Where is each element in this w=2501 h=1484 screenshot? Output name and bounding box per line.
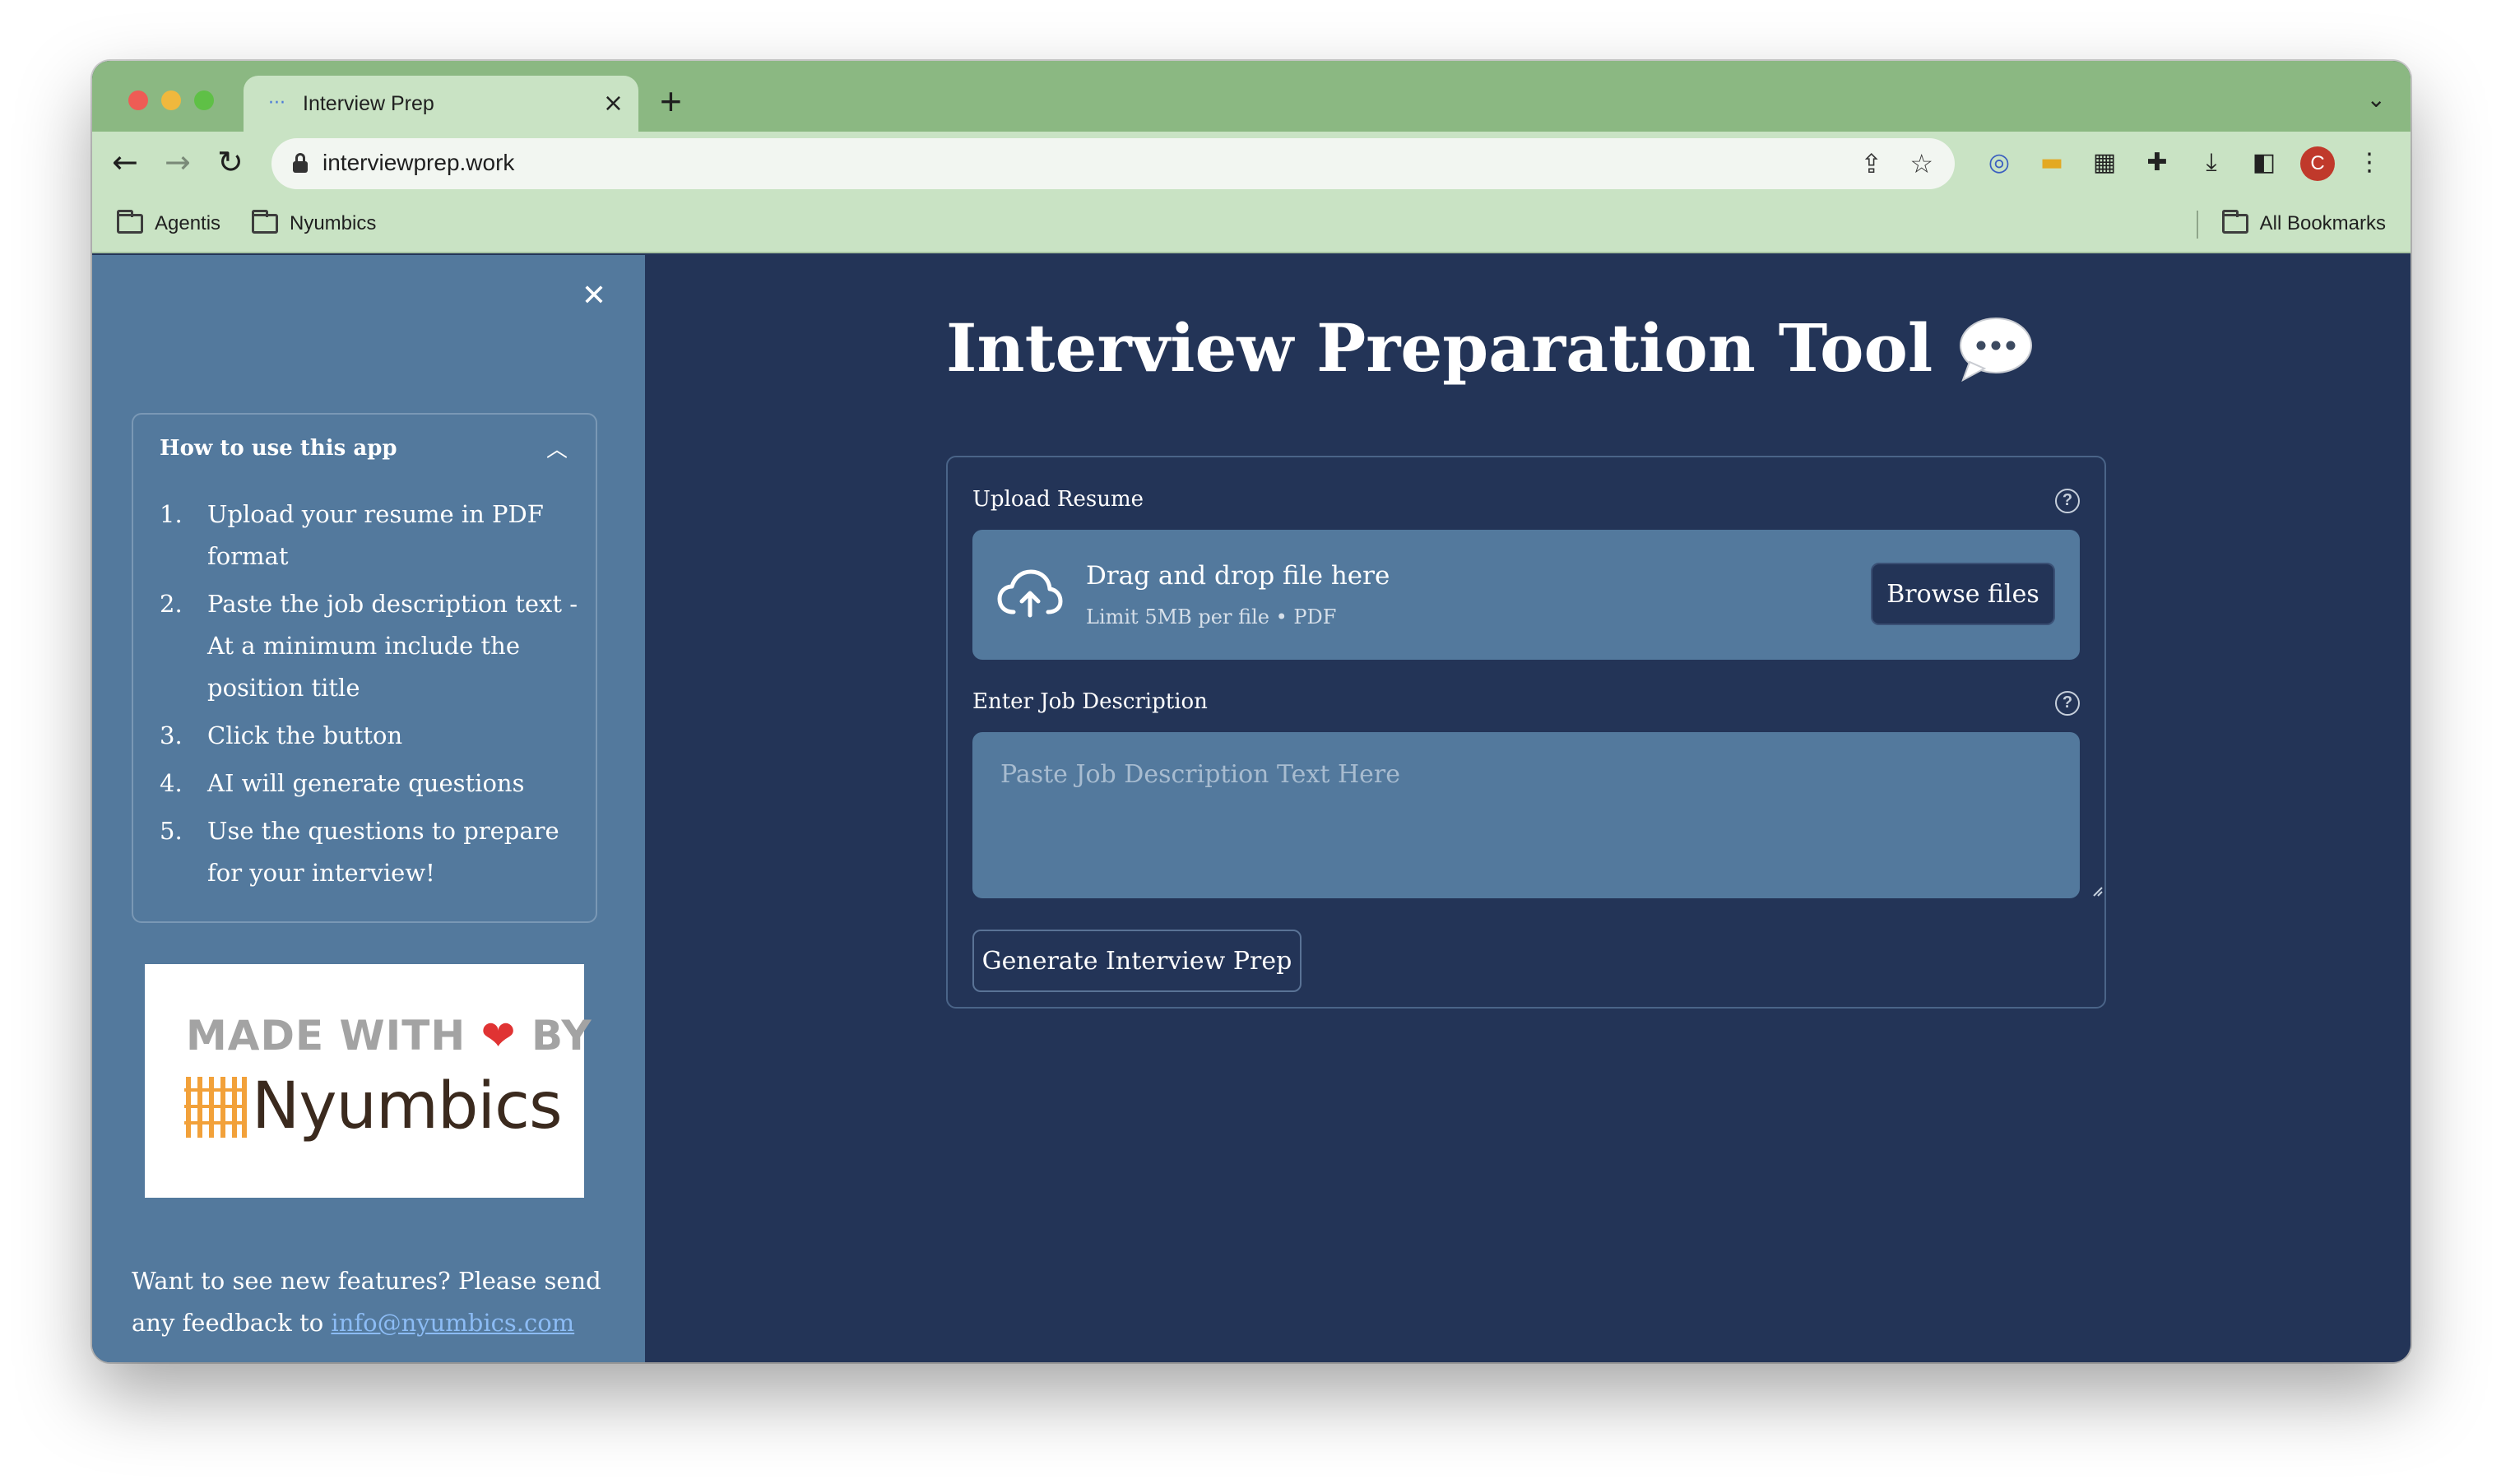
resize-handle-icon[interactable] (2091, 885, 2103, 897)
feedback-email-link[interactable]: info@nyumbics.com (331, 1309, 574, 1337)
list-item: 1. Upload your resume in PDF format (160, 500, 544, 570)
address-bar[interactable]: interviewprep.work ⇪ ☆ (271, 138, 1955, 189)
loading-dots-icon: ··· (268, 93, 285, 114)
generate-interview-prep-button[interactable]: Generate Interview Prep (972, 930, 1302, 992)
side-panel-icon[interactable]: ◧ (2248, 146, 2281, 179)
bookmarks-bar: Agentis Nyumbics All Bookmarks (92, 194, 2411, 253)
download-icon[interactable]: ⤓ (2195, 146, 2228, 179)
job-description-label: Enter Job Description (972, 689, 1208, 714)
browse-files-button[interactable]: Browse files (1871, 563, 2055, 625)
sidebar: ✕ How to use this app ︿ 1. Upload your re… (92, 255, 645, 1362)
browser-toolbar: ← → ↻ interviewprep.work ⇪ ☆ ◎ ▬ ▦ ✚ ⤓ ◧… (92, 132, 2411, 194)
feedback-text: Want to see new features? Please send an… (132, 1267, 601, 1337)
bookmark-nyumbics[interactable]: Nyumbics (252, 209, 376, 239)
bookmark-label: All Bookmarks (2259, 212, 2386, 234)
page-content: ✕ How to use this app ︿ 1. Upload your re… (92, 255, 2411, 1362)
tab-interview-prep[interactable]: ··· Interview Prep × (244, 76, 638, 133)
bookmark-label: Nyumbics (290, 212, 377, 234)
chevron-up-icon[interactable]: ︿ (546, 433, 568, 463)
job-description-input[interactable] (972, 732, 2080, 898)
url-text[interactable]: interviewprep.work (322, 150, 514, 176)
heart-icon: ❤ (480, 1012, 517, 1060)
back-arrow-icon[interactable]: ← (112, 143, 138, 181)
forward-arrow-icon[interactable]: → (165, 143, 191, 181)
all-bookmarks-button[interactable]: All Bookmarks (2221, 209, 2386, 239)
more-menu-icon[interactable]: ⋮ (2353, 146, 2386, 179)
browser-window: ··· Interview Prep × + ⌄ ← → ↻ interview… (92, 61, 2411, 1362)
maximize-window-button[interactable] (194, 90, 214, 110)
list-item: 5. Use the questions to prepare for your … (160, 817, 559, 887)
close-sidebar-icon[interactable]: ✕ (578, 280, 610, 313)
share-icon[interactable]: ⇪ (1860, 148, 1882, 179)
main-panel: Interview Preparation Tool Upload Resume… (645, 255, 2411, 1362)
extension-shield-icon[interactable]: ◎ (1983, 146, 2016, 179)
bookmark-star-icon[interactable]: ☆ (1909, 148, 1933, 179)
bookmarks-divider (2197, 211, 2198, 239)
dropzone-title: Drag and drop file here (1086, 561, 1390, 591)
dropzone-limit: Limit 5MB per file • PDF (1086, 605, 1337, 628)
page-title: Interview Preparation Tool (946, 309, 1933, 387)
speech-bubble-icon (1960, 318, 2032, 383)
list-item: 2. Paste the job description text - At a … (160, 590, 578, 702)
close-window-button[interactable] (128, 90, 148, 110)
minimize-window-button[interactable] (161, 90, 181, 110)
lock-icon[interactable] (293, 153, 308, 174)
bookmark-agentis[interactable]: Agentis (117, 209, 220, 239)
prep-form: Upload Resume ? Drag and drop file here … (946, 456, 2106, 1009)
logo-brand: Nyumbics (184, 1069, 563, 1143)
reload-icon[interactable]: ↻ (217, 143, 244, 181)
file-dropzone[interactable]: Drag and drop file here Limit 5MB per fi… (972, 530, 2080, 660)
folder-icon (2221, 210, 2248, 234)
bookmark-label: Agentis (155, 212, 221, 234)
tab-title: Interview Prep (303, 92, 434, 115)
cloud-upload-icon (997, 569, 1063, 618)
tab-strip: ··· Interview Prep × + ⌄ (92, 61, 2411, 133)
tab-close-button[interactable]: × (603, 87, 624, 120)
logo-tagline: MADE WITH ❤ BY (186, 1012, 592, 1060)
upload-resume-label: Upload Resume (972, 487, 1144, 512)
folder-icon (117, 210, 143, 234)
extension-card-icon[interactable]: ▬ (2035, 146, 2068, 179)
expander-title[interactable]: How to use this app (160, 436, 397, 461)
folder-icon (252, 210, 278, 234)
help-icon[interactable]: ? (2055, 489, 2080, 513)
list-item: 4. AI will generate questions (160, 769, 525, 797)
nyumbics-mark-icon (184, 1072, 247, 1141)
how-to-expander: How to use this app ︿ 1. Upload your resu… (132, 413, 597, 923)
instruction-list: 1. Upload your resume in PDF format 2. Pas… (160, 494, 579, 900)
made-with-love-logo: MADE WITH ❤ BY Nyumbics (145, 964, 592, 1198)
extensions-puzzle-icon[interactable]: ✚ (2141, 146, 2174, 179)
help-icon[interactable]: ? (2055, 691, 2080, 716)
profile-avatar[interactable]: C (2300, 146, 2335, 181)
qr-code-icon[interactable]: ▦ (2088, 146, 2121, 179)
new-tab-button[interactable]: + (660, 81, 682, 122)
list-item: 3. Click the button (160, 721, 403, 749)
tab-search-chevron-icon[interactable]: ⌄ (2367, 86, 2386, 113)
